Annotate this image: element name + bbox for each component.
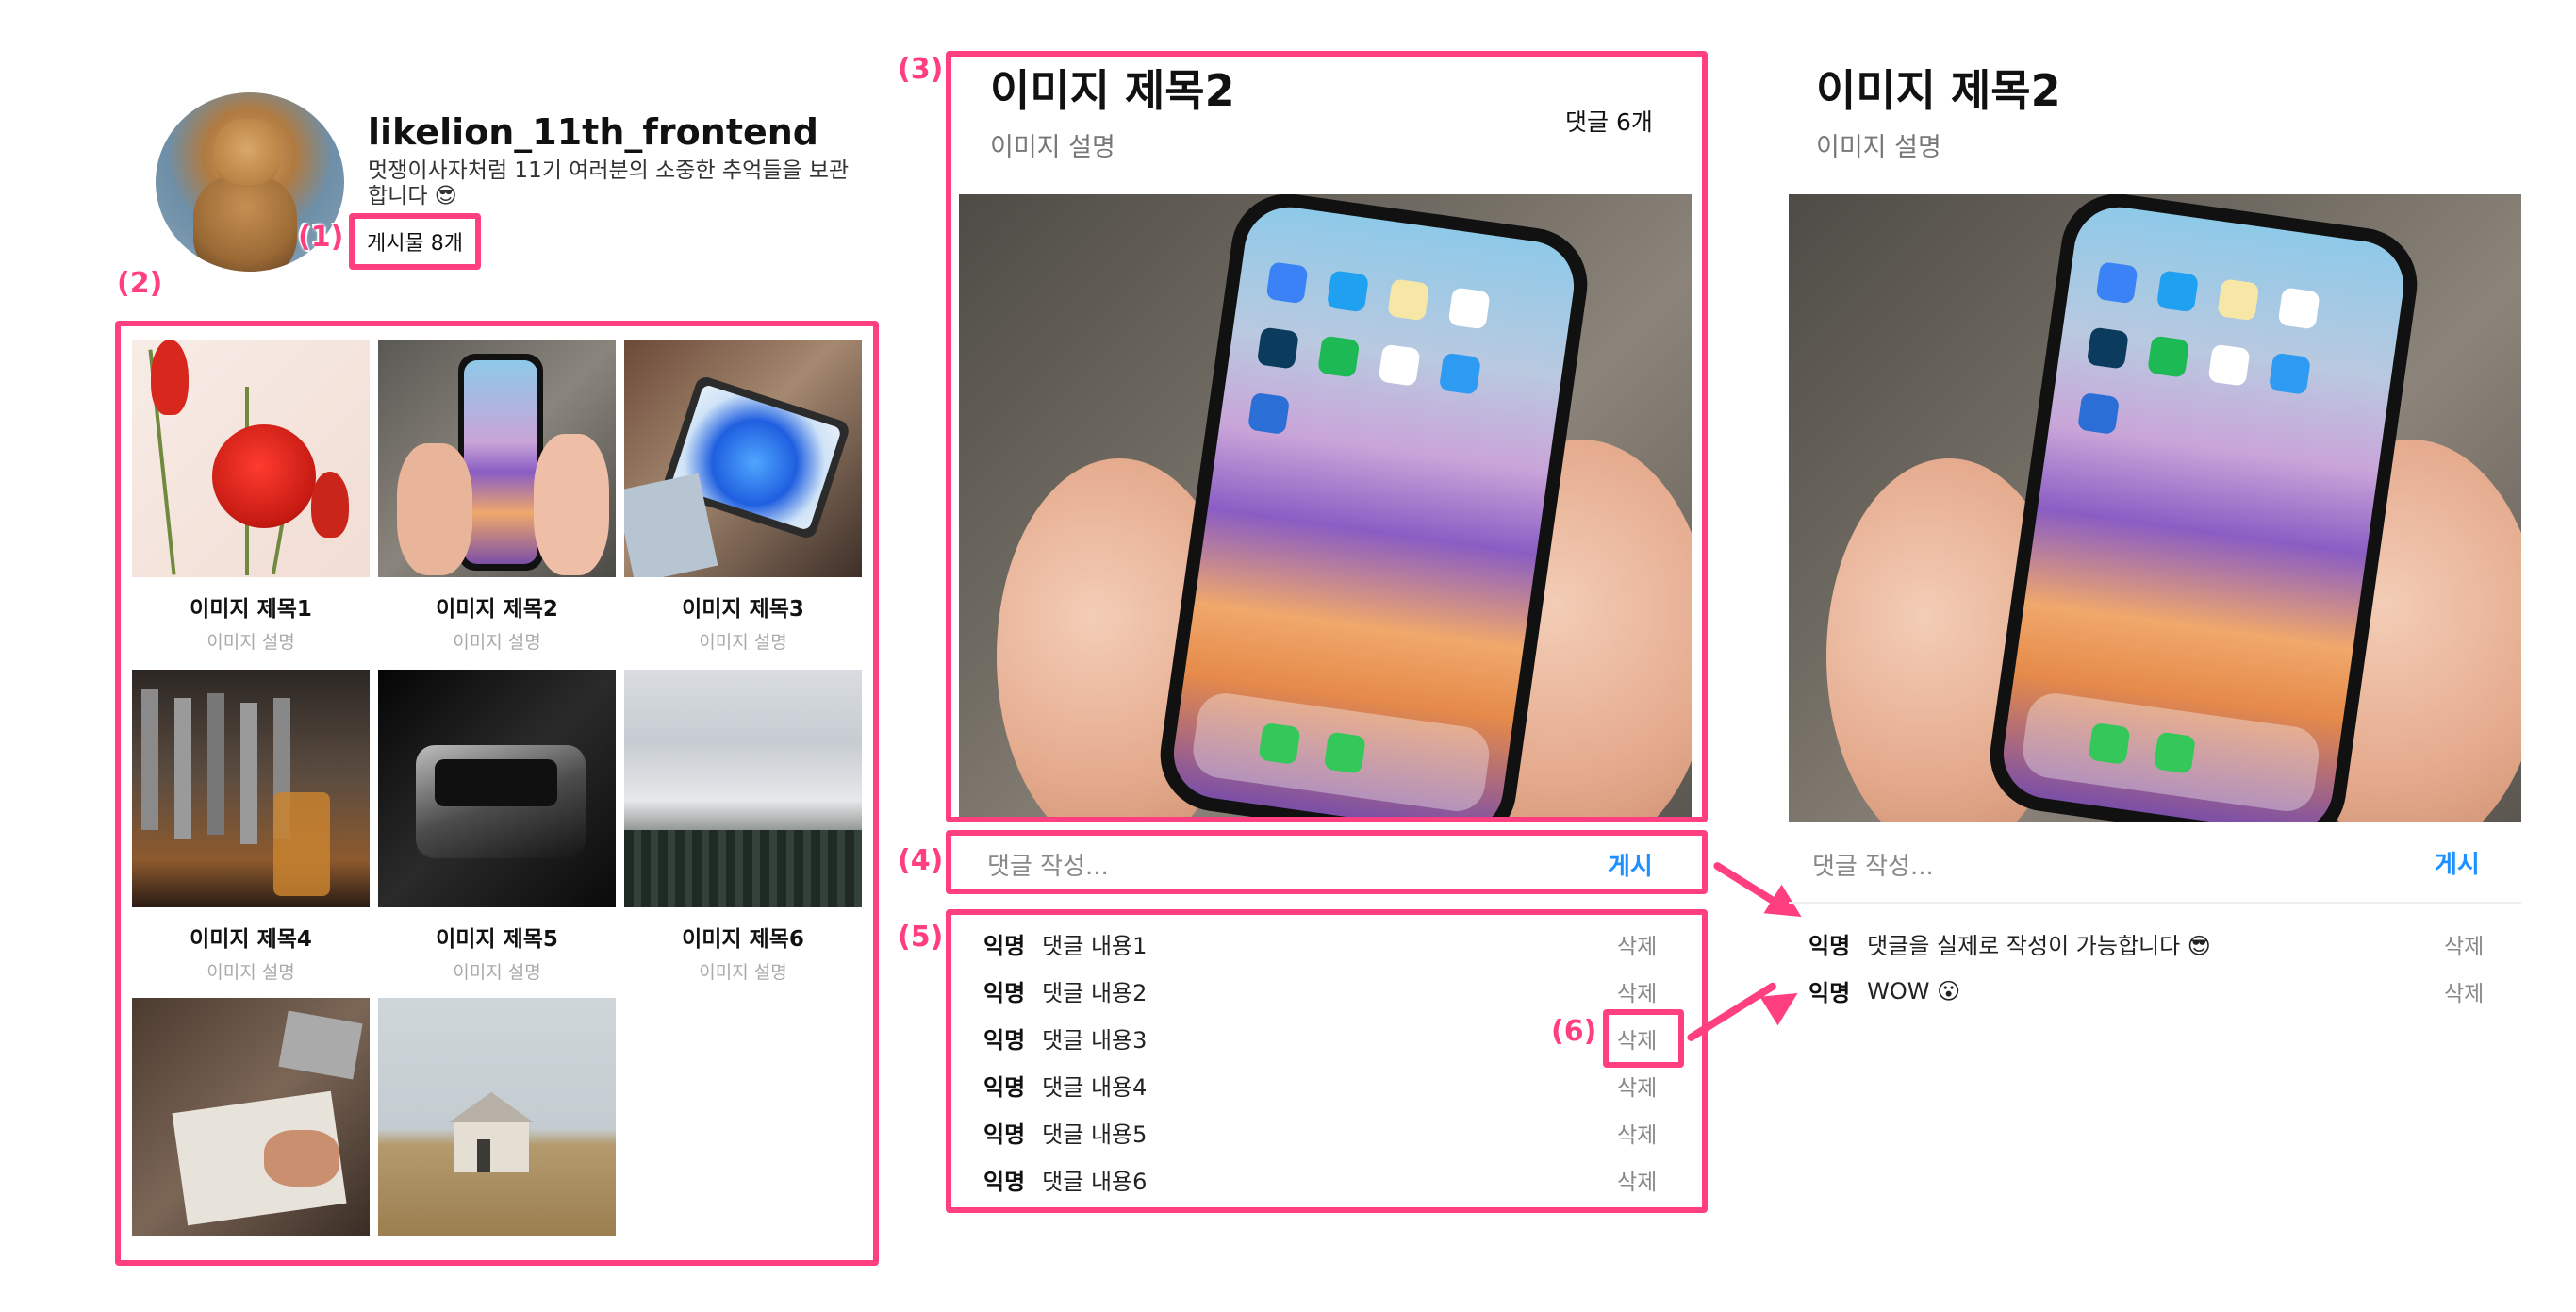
grid-item-desc: 이미지 설명 xyxy=(699,962,787,983)
lion-body-shape xyxy=(193,175,297,272)
comment-author: 익명 xyxy=(983,1074,1026,1101)
comment-row: 익명 댓글 내용2 xyxy=(983,974,1147,1007)
delete-comment-button[interactable]: 삭제 xyxy=(2444,928,2484,960)
grid-item-6[interactable]: 이미지 제목6 이미지 설명 xyxy=(624,670,862,984)
grid-item-8[interactable] xyxy=(378,998,616,1236)
delete-comment-button[interactable]: 삭제 xyxy=(1617,1164,1657,1196)
snowy-mountain-photo xyxy=(624,670,862,907)
comment-author: 익명 xyxy=(983,933,1026,959)
delete-comment-button[interactable]: 삭제 xyxy=(1617,928,1657,960)
after-comment-row: 익명 댓글을 실제로 작성이 가능합니다 😎 xyxy=(1808,927,2211,960)
grid-item-desc: 이미지 설명 xyxy=(453,962,541,983)
comment-row: 익명 댓글 내용3 xyxy=(983,1021,1147,1055)
annotation-label-2: (2) xyxy=(117,267,163,300)
comment-row: 익명 댓글 내용6 xyxy=(983,1163,1147,1196)
after-divider xyxy=(1789,902,2521,904)
comment-count: 댓글 6개 xyxy=(1565,108,1653,136)
comment-text: 댓글 내용2 xyxy=(1042,980,1148,1006)
comment-author: 익명 xyxy=(1808,980,1851,1006)
after-comment-input[interactable]: 댓글 작성... xyxy=(1812,847,1934,882)
tulip-photo xyxy=(132,340,370,577)
grid-item-title: 이미지 제목1 xyxy=(190,597,312,622)
grid-item-desc: 이미지 설명 xyxy=(206,962,295,983)
annotation-box-6 xyxy=(1603,1009,1684,1068)
grid-item-1[interactable]: 이미지 제목1 이미지 설명 xyxy=(132,340,370,654)
annotation-label-3: (3) xyxy=(898,53,944,86)
profile-username: likelion_11th_frontend xyxy=(368,111,819,153)
grid-item-7[interactable] xyxy=(132,998,370,1236)
comment-text: 댓글 내용5 xyxy=(1042,1121,1148,1148)
comment-author: 익명 xyxy=(983,980,1026,1006)
bar-taps-photo xyxy=(132,670,370,907)
detail-phone-photo xyxy=(959,194,1692,817)
annotation-label-4: (4) xyxy=(898,844,944,877)
tablet-photo xyxy=(624,340,862,577)
after-comment-row: 익명 WOW 😮 xyxy=(1808,974,1960,1007)
after-detail-phone-photo xyxy=(1789,194,2521,822)
comment-text: WOW 😮 xyxy=(1867,977,1961,1005)
delete-comment-button[interactable]: 삭제 xyxy=(1617,1117,1657,1149)
comment-author: 익명 xyxy=(983,1121,1026,1148)
after-post-comment-button[interactable]: 게시 xyxy=(2435,845,2480,880)
comment-author: 익명 xyxy=(983,1027,1026,1054)
delete-comment-button[interactable]: 삭제 xyxy=(1617,1070,1657,1102)
detail-desc: 이미지 설명 xyxy=(990,133,1115,162)
comment-text: 댓글을 실제로 작성이 가능합니다 😎 xyxy=(1867,933,2211,959)
comment-author: 익명 xyxy=(1808,933,1851,959)
grid-item-3[interactable]: 이미지 제목3 이미지 설명 xyxy=(624,340,862,654)
post-comment-button[interactable]: 게시 xyxy=(1608,847,1653,882)
annotation-label-6: (6) xyxy=(1551,1015,1597,1048)
delete-comment-button[interactable]: 삭제 xyxy=(1617,975,1657,1007)
drawing-desk-photo xyxy=(132,998,370,1236)
comment-row: 익명 댓글 내용5 xyxy=(983,1116,1147,1149)
grid-item-title: 이미지 제목6 xyxy=(682,927,804,952)
grid-item-desc: 이미지 설명 xyxy=(453,632,541,653)
comment-author: 익명 xyxy=(983,1169,1026,1195)
grid-item-4[interactable]: 이미지 제목4 이미지 설명 xyxy=(132,670,370,984)
comment-text: 댓글 내용3 xyxy=(1042,1027,1148,1054)
grid-item-desc: 이미지 설명 xyxy=(699,632,787,653)
comment-text: 댓글 내용1 xyxy=(1042,933,1148,959)
arrow-head-input xyxy=(1763,884,1811,932)
grid-item-title: 이미지 제목4 xyxy=(190,927,312,952)
phone-screen xyxy=(1167,201,1580,817)
annotation-label-5: (5) xyxy=(898,921,944,954)
phone-screen xyxy=(1997,201,2410,822)
comment-text: 댓글 내용4 xyxy=(1042,1074,1148,1101)
annotation-label-1: (1) xyxy=(298,221,344,254)
lion-head-shape xyxy=(214,119,280,187)
profile-bio: 멋쟁이사자처럼 11기 여러분의 소중한 추억들을 보관합니다 😎 xyxy=(368,158,850,208)
after-detail-title: 이미지 제목2 xyxy=(1816,65,2061,116)
comment-row: 익명 댓글 내용1 xyxy=(983,927,1147,960)
comment-text: 댓글 내용6 xyxy=(1042,1169,1148,1195)
delete-comment-button[interactable]: 삭제 xyxy=(2444,975,2484,1007)
grid-item-2[interactable]: 이미지 제목2 이미지 설명 xyxy=(378,340,616,654)
grid-item-title: 이미지 제목3 xyxy=(682,597,804,622)
grid-item-title: 이미지 제목5 xyxy=(436,927,558,952)
farmhouse-photo xyxy=(378,998,616,1236)
grid-item-5[interactable]: 이미지 제목5 이미지 설명 xyxy=(378,670,616,984)
annotation-box-1 xyxy=(349,213,481,270)
detail-title: 이미지 제목2 xyxy=(990,65,1235,116)
phone-photo xyxy=(378,340,616,577)
after-detail-desc: 이미지 설명 xyxy=(1816,133,1941,162)
grid-item-desc: 이미지 설명 xyxy=(206,632,295,653)
comment-row: 익명 댓글 내용4 xyxy=(983,1069,1147,1102)
car-photo xyxy=(378,670,616,907)
grid-item-title: 이미지 제목2 xyxy=(436,597,558,622)
comment-input[interactable]: 댓글 작성... xyxy=(987,847,1109,882)
